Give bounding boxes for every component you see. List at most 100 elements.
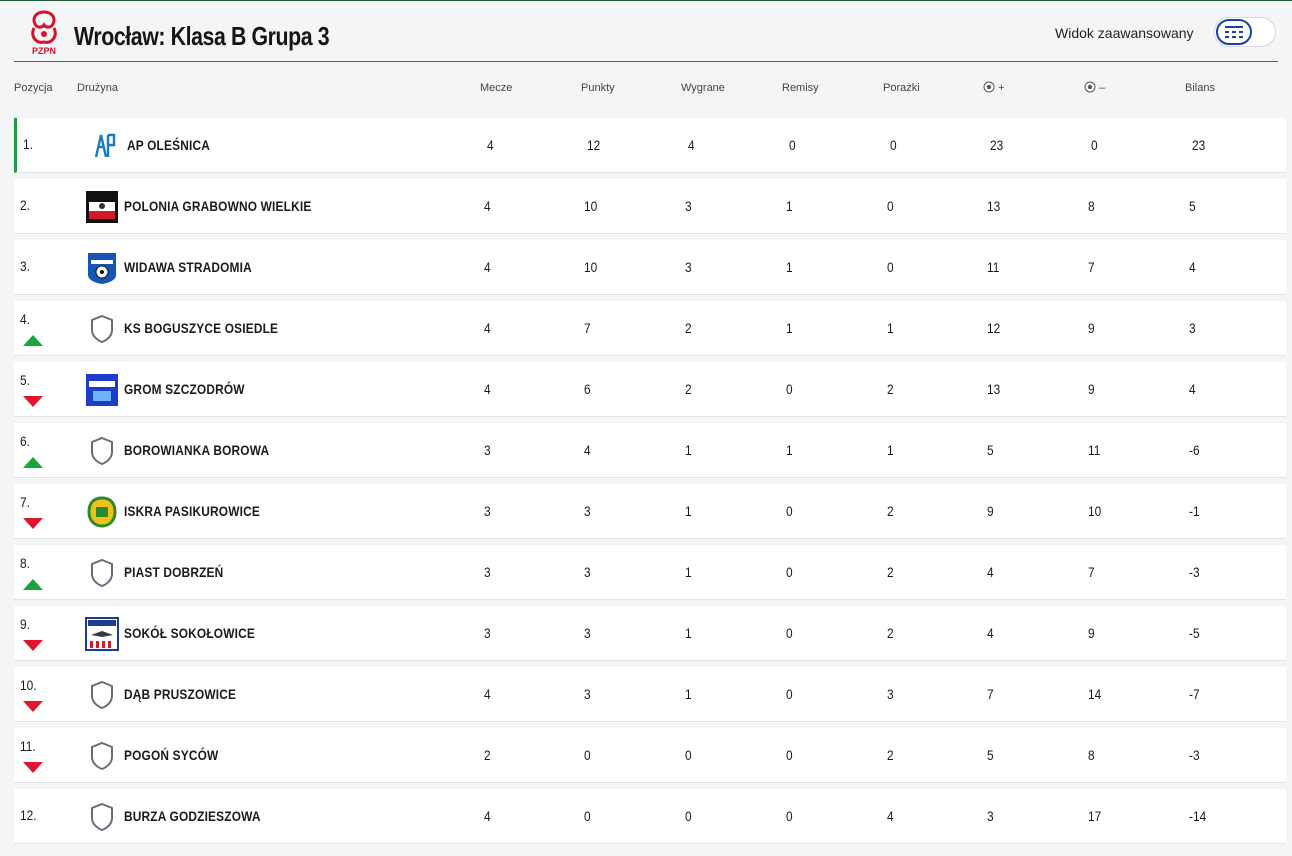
position-number: 3. xyxy=(20,258,30,274)
team-name-link[interactable]: KS BOGUSZYCE OSIEDLE xyxy=(124,301,278,356)
stat-l: 1 xyxy=(887,320,894,336)
stat-gf: 7 xyxy=(987,686,994,702)
table-row[interactable]: 12. BURZA GODZIESZOWA 4 0 0 0 4 3 17 -14 xyxy=(14,789,1286,844)
team-name-link[interactable]: DĄB PRUSZOWICE xyxy=(124,667,236,722)
team-name-link[interactable]: BOROWIANKA BOROWA xyxy=(124,423,269,478)
team-name-link[interactable]: GROM SZCZODRÓW xyxy=(124,362,245,417)
stat-pts: 6 xyxy=(584,381,591,397)
table-row[interactable]: 6. BOROWIANKA BOROWA 3 4 1 1 1 5 11 -6 xyxy=(14,423,1286,478)
stat-gf: 11 xyxy=(987,259,1000,275)
stat-m: 3 xyxy=(484,503,491,519)
col-draws: Remisy xyxy=(782,82,819,94)
advanced-view-label: Widok zaawansowany xyxy=(1055,25,1194,41)
table-row[interactable]: 9. SOKÓŁ SOKOŁOWICE 3 3 1 0 2 4 9 -5 xyxy=(14,606,1286,661)
team-name-link[interactable]: SOKÓŁ SOKOŁOWICE xyxy=(124,606,255,661)
table-row[interactable]: 7. ISKRA PASIKUROWICE 3 3 1 0 2 9 10 -1 xyxy=(14,484,1286,539)
table-row[interactable]: 1. AP OLEŚNICA 4 12 4 0 0 23 0 23 xyxy=(14,118,1286,173)
goals-for-sign: + xyxy=(998,82,1005,94)
stat-ga: 8 xyxy=(1088,198,1095,214)
stat-ga: 8 xyxy=(1088,747,1095,763)
stat-diff: 23 xyxy=(1192,137,1206,153)
position-number: 8. xyxy=(20,555,30,571)
stat-w: 0 xyxy=(685,747,692,763)
stat-l: 0 xyxy=(890,137,897,153)
team-crest-icon[interactable] xyxy=(85,373,119,407)
stat-ga: 7 xyxy=(1088,564,1095,580)
shield-icon[interactable] xyxy=(85,434,119,468)
advanced-view-toggle[interactable] xyxy=(1214,17,1276,47)
table-row[interactable]: 5. GROM SZCZODRÓW 4 6 2 0 2 13 9 4 xyxy=(14,362,1286,417)
stat-pts: 10 xyxy=(584,198,598,214)
stat-l: 3 xyxy=(887,686,894,702)
stat-ga: 11 xyxy=(1088,442,1101,458)
position-number: 11. xyxy=(20,738,36,754)
team-name-link[interactable]: POLONIA GRABOWNO WIELKIE xyxy=(124,179,311,234)
stat-d: 0 xyxy=(786,686,793,702)
team-crest-icon[interactable] xyxy=(85,251,119,285)
stat-pts: 4 xyxy=(584,442,591,458)
team-name-link[interactable]: ISKRA PASIKUROWICE xyxy=(124,484,260,539)
col-points: Punkty xyxy=(581,82,615,94)
stat-l: 2 xyxy=(887,381,894,397)
shield-icon[interactable] xyxy=(85,739,119,773)
stat-diff: -6 xyxy=(1189,442,1200,458)
stat-pts: 3 xyxy=(584,503,591,519)
stat-gf: 3 xyxy=(987,808,994,824)
stat-diff: -5 xyxy=(1189,625,1200,641)
team-name-link[interactable]: AP OLEŚNICA xyxy=(127,118,210,173)
stat-gf: 4 xyxy=(987,625,994,641)
team-crest-icon[interactable] xyxy=(85,495,119,529)
position-number: 1. xyxy=(23,136,33,152)
stat-pts: 7 xyxy=(584,320,591,336)
trend-up-icon xyxy=(23,335,43,346)
col-goals-against: – xyxy=(1084,81,1105,94)
ball-icon xyxy=(1084,81,1096,93)
stat-pts: 10 xyxy=(584,259,598,275)
stat-diff: -1 xyxy=(1189,503,1200,519)
stat-l: 4 xyxy=(887,808,894,824)
team-name-link[interactable]: POGOŃ SYCÓW xyxy=(124,728,218,783)
table-row[interactable]: 11. POGOŃ SYCÓW 2 0 0 0 2 5 8 -3 xyxy=(14,728,1286,783)
toggle-knob[interactable] xyxy=(1216,19,1252,45)
stat-m: 4 xyxy=(484,259,491,275)
team-crest-icon[interactable] xyxy=(85,617,119,651)
stat-m: 3 xyxy=(484,442,491,458)
stat-w: 3 xyxy=(685,198,692,214)
table-row[interactable]: 10. DĄB PRUSZOWICE 4 3 1 0 3 7 14 -7 xyxy=(14,667,1286,722)
stat-gf: 13 xyxy=(987,381,1001,397)
trend-down-icon xyxy=(23,701,43,712)
stat-pts: 3 xyxy=(584,625,591,641)
stat-m: 3 xyxy=(484,564,491,580)
stat-m: 4 xyxy=(484,808,491,824)
team-name-link[interactable]: WIDAWA STRADOMIA xyxy=(124,240,252,295)
stat-ga: 10 xyxy=(1088,503,1102,519)
team-name-link[interactable]: BURZA GODZIESZOWA xyxy=(124,789,261,844)
stat-d: 0 xyxy=(786,381,793,397)
team-name-link[interactable]: PIAST DOBRZEŃ xyxy=(124,545,223,600)
position-number: 7. xyxy=(20,494,30,510)
table-row[interactable]: 8. PIAST DOBRZEŃ 3 3 1 0 2 4 7 -3 xyxy=(14,545,1286,600)
stat-m: 2 xyxy=(484,747,491,763)
shield-icon[interactable] xyxy=(85,800,119,834)
stat-m: 4 xyxy=(484,320,491,336)
goals-against-sign: – xyxy=(1099,82,1106,94)
trend-up-icon xyxy=(23,457,43,468)
stat-gf: 23 xyxy=(990,137,1004,153)
shield-icon[interactable] xyxy=(85,312,119,346)
table-row[interactable]: 2. POLONIA GRABOWNO WIELKIE 4 10 3 1 0 13 8 5 xyxy=(14,179,1286,234)
stat-m: 4 xyxy=(484,381,491,397)
table-row[interactable]: 4. KS BOGUSZYCE OSIEDLE 4 7 2 1 1 12 9 3 xyxy=(14,301,1286,356)
table-row[interactable]: 3. WIDAWA STRADOMIA 4 10 3 1 0 11 7 4 xyxy=(14,240,1286,295)
stat-w: 4 xyxy=(688,137,695,153)
logo-text: PZPN xyxy=(32,46,56,56)
shield-icon[interactable] xyxy=(85,556,119,590)
position-number: 12. xyxy=(20,807,37,823)
stat-l: 2 xyxy=(887,747,894,763)
position-number: 5. xyxy=(20,372,30,388)
stat-w: 2 xyxy=(685,320,692,336)
shield-icon[interactable] xyxy=(85,678,119,712)
header-divider xyxy=(14,61,1278,62)
team-crest-icon[interactable] xyxy=(88,129,122,163)
stat-l: 1 xyxy=(887,442,894,458)
team-crest-icon[interactable] xyxy=(85,190,119,224)
